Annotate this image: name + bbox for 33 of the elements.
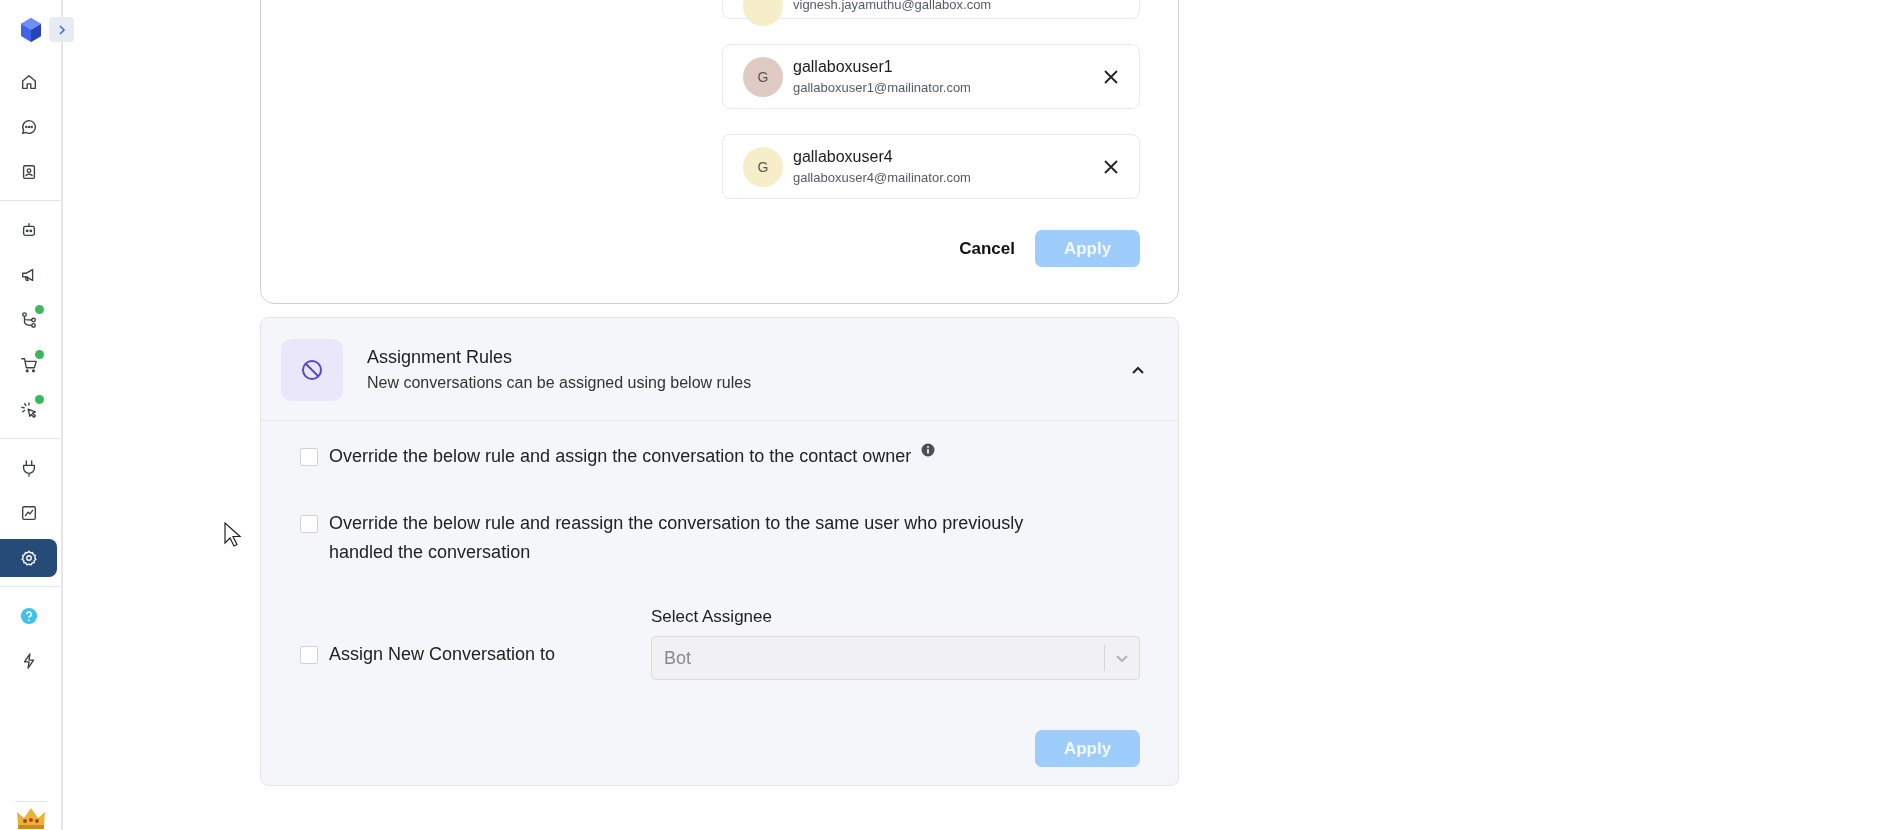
user-email: gallaboxuser4@mailinator.com [793,170,972,185]
house-icon [19,72,38,91]
checkbox[interactable] [300,515,318,533]
section-title: Assignment Rules [367,347,514,368]
section-subtitle: New conversations can be assigned using below rules [367,374,753,392]
checkbox[interactable] [300,448,318,466]
sidebar-item[interactable] [0,538,57,577]
user-email: gallaboxuser1@mailinator.com [793,80,972,95]
x-mark-icon [1103,68,1119,85]
branch-icon [19,310,38,329]
pointer-click-icon [19,400,38,419]
chat-bubble-icon [19,117,38,136]
rule-label: Override the below rule and reassign the conversation to the same user who previously handled the conversation [329,512,1025,564]
user-name: gallaboxuser1 [793,58,894,76]
user-email: vignesh.jayamuthu@gallabox.com [793,0,993,12]
rule-label: Override the below rule and assign the conversation to the contact owner [329,445,912,468]
avatar: G [743,56,783,97]
close-icon[interactable] [1103,68,1119,85]
rule-label: Assign New Conversation to [329,643,557,666]
settings-icon [19,548,38,567]
crown-icon [14,801,47,830]
cancel-button[interactable]: Cancel [959,232,1015,265]
x-mark-icon [1103,158,1119,175]
mouse-cursor-icon [224,522,242,548]
cart-icon [19,355,38,374]
avatar: G [743,146,783,187]
help-icon [19,606,38,625]
chart-icon [19,503,38,522]
user-name: gallaboxuser4 [793,148,894,166]
close-icon[interactable] [1103,158,1119,175]
field-label: Select Assignee [651,607,773,627]
prohibited-icon [300,357,324,382]
cube-logo-icon [18,17,43,43]
